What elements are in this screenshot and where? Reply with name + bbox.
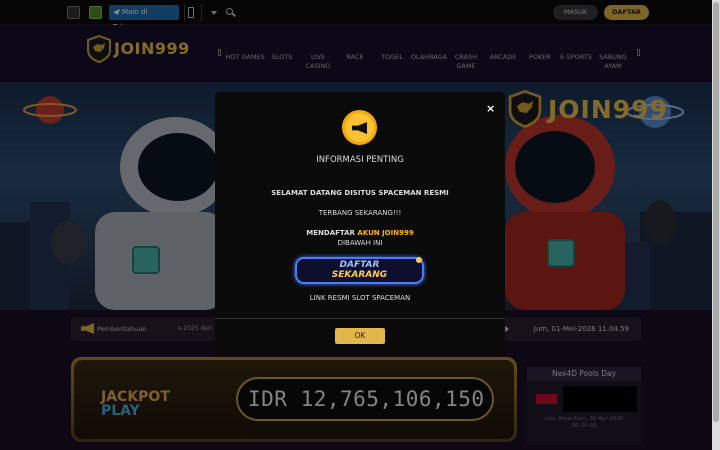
modal-link-text: LINK RESMI SLOT SPACEMAN xyxy=(309,294,411,302)
modal-register-line: MENDAFTAR AKUN JOIN999 xyxy=(215,229,505,237)
register-now-button[interactable]: DAFTAR SEKARANG xyxy=(295,257,424,284)
modal-welcome: SELAMAT DATANG DISITUS SPACEMAN RESMI xyxy=(271,189,449,197)
sparkle-icon xyxy=(416,257,422,263)
modal-register-highlight: AKUN JOIN999 xyxy=(357,229,414,237)
ok-button[interactable]: OK xyxy=(335,328,385,344)
modal-register-text: MENDAFTAR xyxy=(306,229,358,237)
register-now-bottom: SEKARANG xyxy=(331,270,388,280)
modal-fly-now: TERBANG SEKARANG!!! xyxy=(318,209,402,217)
modal-title: INFORMASI PENTING xyxy=(316,155,404,165)
megaphone-glyph xyxy=(352,122,367,134)
register-now-top: DAFTAR xyxy=(339,260,380,270)
close-icon[interactable]: × xyxy=(486,102,495,115)
scrollbar-thumb[interactable] xyxy=(713,2,719,422)
megaphone-icon xyxy=(342,110,377,145)
modal-divider xyxy=(215,318,505,319)
modal-below: DIBAWAH INI xyxy=(337,239,383,247)
